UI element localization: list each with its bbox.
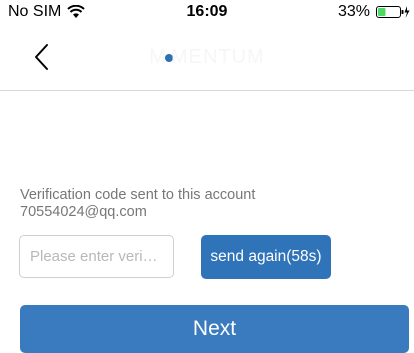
status-bar: No SIM 16:09 33% [0,0,414,26]
charging-bolt-icon [404,6,410,18]
logo-text-end: MENTUM [170,46,265,68]
battery-icon [376,5,410,19]
send-again-button[interactable]: send again(58s) [201,235,331,279]
next-button[interactable]: Next [20,305,409,353]
status-right: 33% [338,3,410,21]
verification-message: Verification code sent to this account [20,187,256,203]
battery-percentage: 33% [337,3,370,20]
verification-info: Verification code sent to this account 7… [20,187,255,221]
navigation-bar: M MENTUM [0,26,414,91]
verification-code-input[interactable] [19,235,174,278]
account-email: 70554024@qq.com [20,204,147,220]
momentum-logo: M MENTUM [0,46,414,69]
